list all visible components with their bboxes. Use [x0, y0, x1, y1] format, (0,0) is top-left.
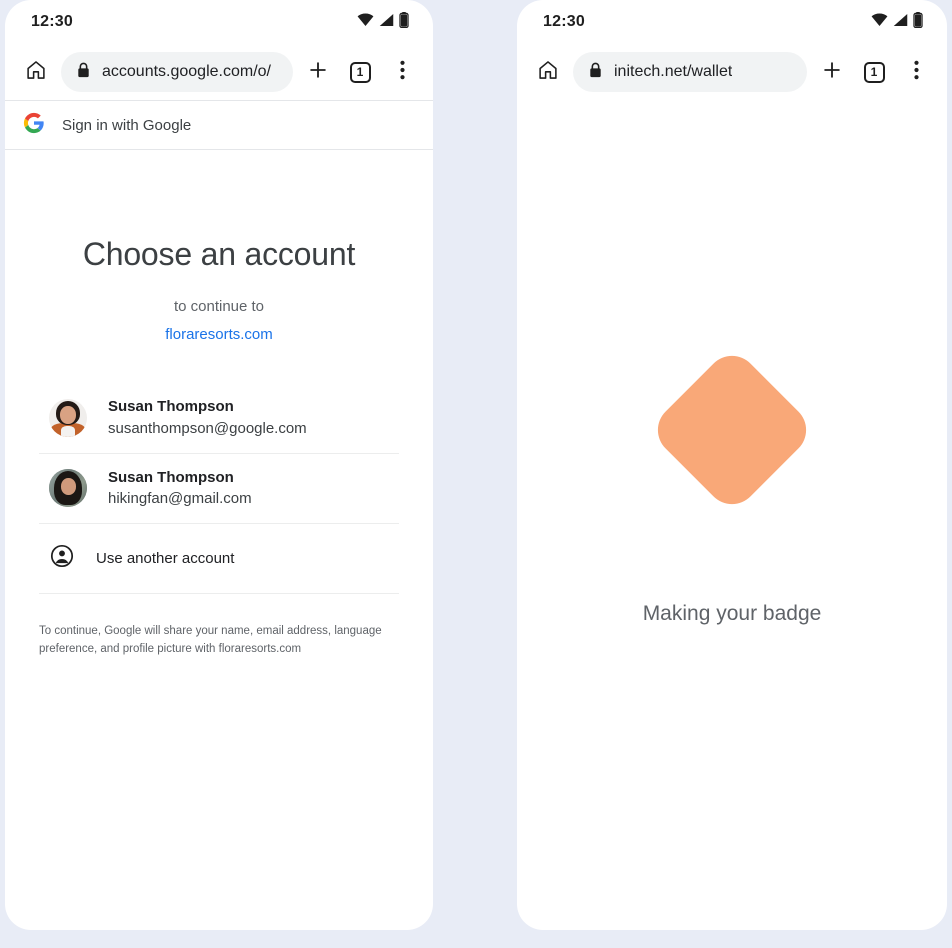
cell-signal-icon	[379, 13, 394, 32]
url-bar-left[interactable]: accounts.google.com/o/	[61, 52, 293, 92]
choose-account-page: Choose an account to continue to florare…	[5, 236, 433, 659]
account-name: Susan Thompson	[108, 398, 234, 415]
battery-icon	[399, 11, 409, 33]
browser-menu-button-right[interactable]	[899, 55, 933, 89]
google-g-logo	[23, 112, 45, 139]
continue-to-domain-link[interactable]: floraresorts.com	[39, 326, 399, 343]
account-email: hikingfan@gmail.com	[108, 490, 252, 508]
plus-icon	[307, 59, 329, 86]
continue-to-label: to continue to	[173, 298, 265, 315]
account-list: Susan Thompson susanthompson@google.com …	[39, 383, 399, 594]
url-text-left: accounts.google.com/o/	[102, 63, 271, 80]
sign-in-with-google-header: Sign in with Google	[5, 100, 433, 150]
browser-toolbar-right: initech.net/wallet 1	[517, 44, 947, 100]
status-time: 12:30	[543, 13, 585, 30]
avatar	[49, 398, 87, 437]
badge-diamond-shape	[647, 345, 817, 515]
battery-icon	[913, 11, 923, 33]
phone-right: 12:30 initech.net/wallet 1 Making your b…	[517, 0, 947, 930]
account-row[interactable]: Susan Thompson hikingfan@gmail.com	[39, 454, 399, 524]
lock-icon	[589, 62, 602, 83]
account-name: Susan Thompson	[108, 468, 234, 486]
home-button-right[interactable]	[531, 55, 565, 89]
url-text-right: initech.net/wallet	[614, 63, 733, 80]
wifi-icon	[871, 13, 888, 32]
account-meta: Susan Thompson hikingfan@gmail.com	[108, 467, 252, 511]
status-time: 12:30	[31, 13, 73, 30]
account-meta: Susan Thompson susanthompson@google.com	[108, 396, 307, 440]
cell-signal-icon	[893, 13, 908, 32]
phone-left: 12:30 accounts.google.com/o/ 1 Sign in w…	[5, 0, 433, 930]
sign-in-with-google-label: Sign in with Google	[62, 116, 192, 134]
home-icon	[537, 59, 559, 86]
status-icons	[871, 11, 923, 33]
account-circle-icon	[49, 543, 75, 574]
plus-icon	[821, 59, 843, 86]
status-icons	[357, 11, 409, 33]
url-bar-right[interactable]: initech.net/wallet	[573, 52, 807, 92]
account-email: susanthompson@google.com	[108, 419, 307, 437]
more-vertical-icon	[399, 60, 405, 85]
use-another-account-row[interactable]: Use another account	[39, 524, 399, 594]
loading-status-text: Making your badge	[642, 602, 822, 625]
browser-toolbar-left: accounts.google.com/o/ 1	[5, 44, 433, 100]
wifi-icon	[357, 13, 374, 32]
wallet-loading-page: Making your badge	[517, 100, 947, 930]
browser-menu-button-left[interactable]	[385, 55, 419, 89]
lock-icon	[77, 62, 90, 83]
tab-count-badge: 1	[863, 61, 885, 83]
screenshot-stage: 12:30 accounts.google.com/o/ 1 Sign in w…	[0, 0, 952, 948]
use-another-account-label: Use another account	[96, 550, 235, 567]
page-title: Choose an account	[82, 236, 356, 272]
account-row[interactable]: Susan Thompson susanthompson@google.com	[39, 383, 399, 454]
tab-switcher-button-left[interactable]: 1	[343, 55, 377, 89]
new-tab-button-right[interactable]	[815, 55, 849, 89]
disclaimer-text: To continue, Google will share your name…	[39, 625, 382, 655]
tab-switcher-button-right[interactable]: 1	[857, 55, 891, 89]
new-tab-button-left[interactable]	[301, 55, 335, 89]
home-icon	[25, 59, 47, 86]
status-bar-right: 12:30	[517, 0, 947, 44]
home-button-left[interactable]	[19, 55, 53, 89]
avatar	[49, 469, 87, 508]
status-bar-left: 12:30	[5, 0, 433, 44]
more-vertical-icon	[913, 60, 919, 85]
tab-count-badge: 1	[349, 61, 371, 83]
